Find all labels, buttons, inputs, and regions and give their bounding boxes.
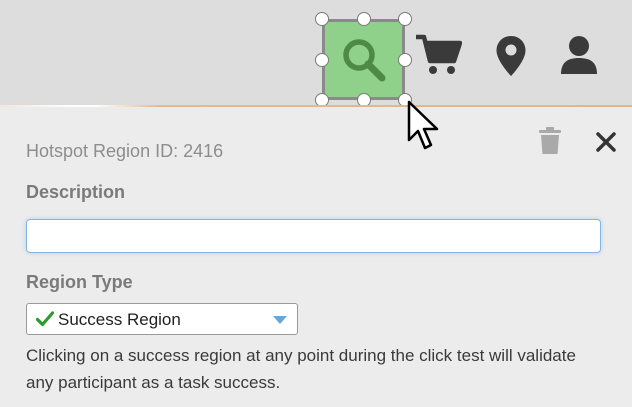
resize-handle-left[interactable]: [315, 53, 329, 67]
resize-handle-top-right[interactable]: [398, 12, 412, 26]
close-icon[interactable]: [596, 132, 616, 152]
resize-handle-top[interactable]: [357, 12, 371, 26]
mouse-cursor-icon: [407, 100, 439, 150]
hotspot-region-selection[interactable]: [322, 19, 405, 100]
region-type-value: Success Region: [58, 310, 181, 329]
region-type-select[interactable]: Success Region: [26, 303, 298, 335]
site-header: [0, 0, 632, 107]
chevron-down-icon: [273, 316, 287, 324]
location-pin-icon: [496, 36, 526, 76]
description-label: Description: [26, 182, 126, 202]
region-type-help-text: Clicking on a success region at any poin…: [26, 346, 576, 392]
description-input[interactable]: [26, 219, 601, 253]
trash-icon[interactable]: [538, 127, 562, 155]
user-icon: [561, 36, 597, 74]
resize-handle-top-left[interactable]: [315, 12, 329, 26]
check-icon: [36, 311, 54, 327]
search-icon: [343, 39, 386, 82]
region-type-label: Region Type: [26, 272, 133, 292]
cart-icon: [416, 34, 462, 74]
region-id-label: Hotspot Region ID: 2416: [26, 141, 224, 161]
resize-handle-right[interactable]: [398, 53, 412, 67]
